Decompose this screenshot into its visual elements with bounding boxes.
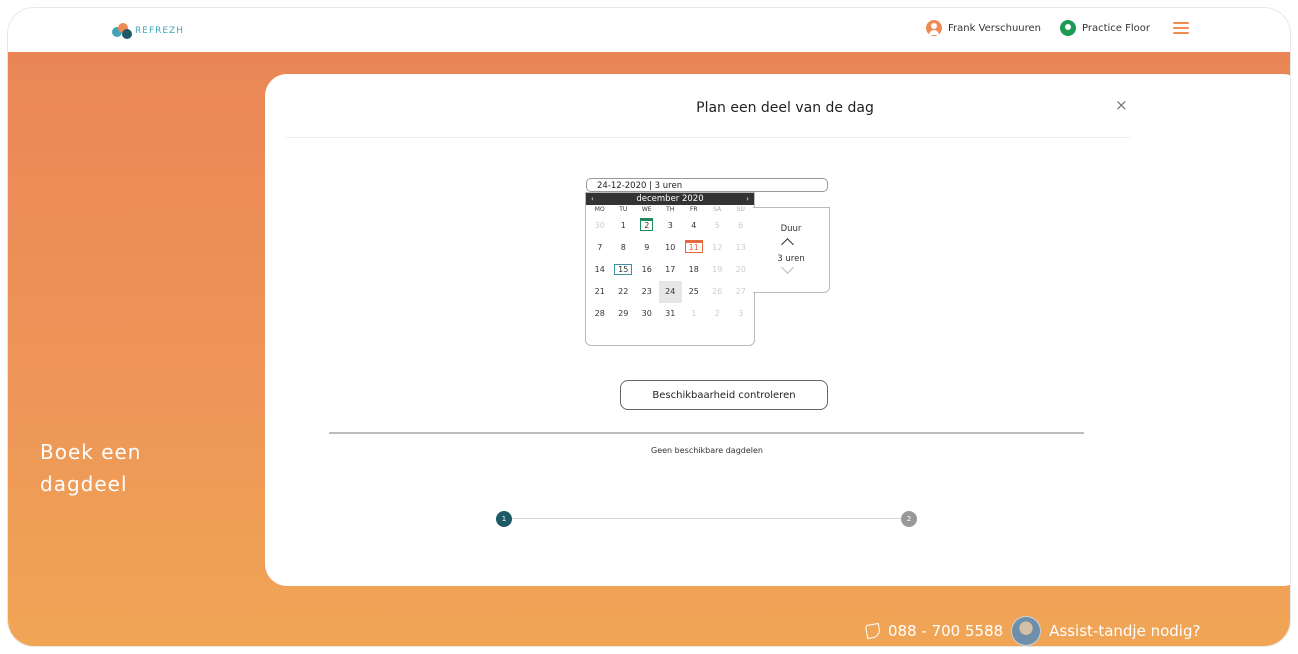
calendar-day: 2 — [714, 309, 720, 318]
weekday-label: TH — [666, 206, 675, 213]
calendar-day[interactable]: 21 — [588, 281, 612, 303]
calendar-day: 19 — [712, 265, 723, 274]
duration-value: 3 uren — [777, 254, 805, 264]
location-pin-icon — [1060, 20, 1076, 36]
calendar-day-today[interactable]: 2 — [635, 215, 659, 237]
step-2-indicator[interactable]: 2 — [901, 511, 917, 527]
no-availability-message: Geen beschikbare dagdelen — [651, 446, 763, 455]
calendar-day[interactable]: 25 — [682, 281, 706, 303]
weekday-label: MO — [594, 206, 605, 213]
logo-text: REFREZH — [135, 26, 184, 36]
calendar-day[interactable]: 22 — [612, 281, 636, 303]
step-1-indicator[interactable]: 1 — [496, 511, 512, 527]
duration-label: Duur — [780, 224, 802, 234]
close-icon[interactable]: × — [1115, 96, 1128, 114]
date-duration-input[interactable]: 24-12-2020 | 3 uren — [586, 178, 828, 192]
calendar-day[interactable]: 9 — [635, 237, 659, 259]
calendar-day: 27 — [735, 287, 746, 296]
calendar-day-selected[interactable]: 24 — [658, 281, 682, 303]
logo-mark-icon — [112, 23, 132, 39]
side-title-line1: Boek een — [40, 440, 142, 464]
user-icon — [926, 20, 942, 36]
calendar-day: 6 — [738, 221, 744, 230]
calendar-day[interactable]: 4 — [682, 215, 706, 237]
next-month-icon[interactable]: › — [746, 193, 749, 205]
duration-picker: Duur 3 uren — [753, 207, 830, 293]
calendar-day[interactable]: 16 — [635, 259, 659, 281]
calendar-day: 1 — [691, 309, 697, 318]
calendar-day: 3 — [738, 309, 744, 318]
plan-dialog: Plan een deel van de dag × 24-12-2020 | … — [265, 74, 1290, 586]
date-picker: ‹ december 2020 › MO TU WE TH FR SA SU 3… — [585, 192, 755, 346]
user-name: Frank Verschuuren — [948, 22, 1042, 34]
calendar-day[interactable]: 10 — [659, 237, 683, 259]
weekday-label: FR — [689, 206, 698, 213]
previous-month-icon[interactable]: ‹ — [591, 193, 594, 205]
assist-link[interactable]: Assist-tandje nodig? — [1049, 622, 1200, 640]
calendar-day-label: 11 — [684, 240, 703, 253]
calendar-day[interactable]: 17 — [659, 259, 683, 281]
calendar-day[interactable]: 30 — [635, 303, 659, 325]
support-footer: 088 - 700 5588 Assist-tandje nodig? — [864, 616, 1200, 646]
calendar-day[interactable]: 1 — [612, 215, 636, 237]
calendar-day-marked[interactable]: 11 — [682, 237, 706, 259]
calendar-day[interactable]: 3 — [659, 215, 683, 237]
top-navigation-bar: REFREZH Frank Verschuuren Practice Floor — [8, 8, 1290, 52]
calendar-day[interactable]: 31 — [659, 303, 683, 325]
chevron-up-icon[interactable] — [781, 238, 794, 251]
weekday-label: SA — [713, 206, 722, 213]
calendar-day-label: 2 — [640, 218, 654, 231]
calendar-day: 20 — [735, 265, 746, 274]
calendar-day: 5 — [714, 221, 720, 230]
user-menu[interactable]: Frank Verschuuren — [926, 20, 1041, 36]
title-divider — [285, 137, 1131, 138]
calendar-day[interactable]: 18 — [682, 259, 706, 281]
calendar-day[interactable]: 7 — [588, 237, 612, 259]
app-frame: REFREZH Frank Verschuuren Practice Floor… — [8, 8, 1290, 646]
dialog-title: Plan een deel van de dag — [696, 100, 874, 116]
results-divider — [329, 432, 1084, 434]
stepper-line — [512, 518, 904, 519]
calendar-header: ‹ december 2020 › — [586, 193, 754, 205]
calendar-day-highlighted[interactable]: 15 — [612, 259, 636, 281]
calendar-day: 13 — [735, 243, 746, 252]
calendar-day[interactable]: 29 — [612, 303, 636, 325]
location-name: Practice Floor — [1082, 22, 1150, 34]
phone-icon — [864, 622, 882, 640]
page-side-title: Boek een dagdeel — [40, 436, 240, 500]
side-title-line2: dagdeel — [40, 472, 128, 496]
location-selector[interactable]: Practice Floor — [1060, 20, 1150, 36]
calendar-day[interactable]: 14 — [588, 259, 612, 281]
calendar-day[interactable]: 23 — [635, 281, 659, 303]
weekday-label: SU — [736, 206, 745, 213]
weekday-label: TU — [619, 206, 628, 213]
calendar-day[interactable]: 28 — [588, 303, 612, 325]
calendar-day[interactable]: 8 — [612, 237, 636, 259]
hamburger-menu-icon[interactable] — [1173, 22, 1189, 34]
assistant-avatar — [1011, 616, 1042, 646]
calendar-day: 26 — [712, 287, 723, 296]
calendar-month-label: december 2020 — [636, 194, 704, 204]
calendar-day: 12 — [712, 243, 723, 252]
calendar-day-label: 15 — [614, 264, 633, 275]
check-availability-button[interactable]: Beschikbaarheid controleren — [620, 380, 828, 410]
weekday-label: WE — [641, 206, 652, 213]
refrezh-logo[interactable]: REFREZH — [112, 22, 184, 40]
support-phone-number[interactable]: 088 - 700 5588 — [888, 622, 1003, 640]
calendar-grid: MO TU WE TH FR SA SU 30 1 2 3 4 5 6 7 8 … — [586, 205, 754, 325]
calendar-day: 30 — [594, 221, 605, 230]
